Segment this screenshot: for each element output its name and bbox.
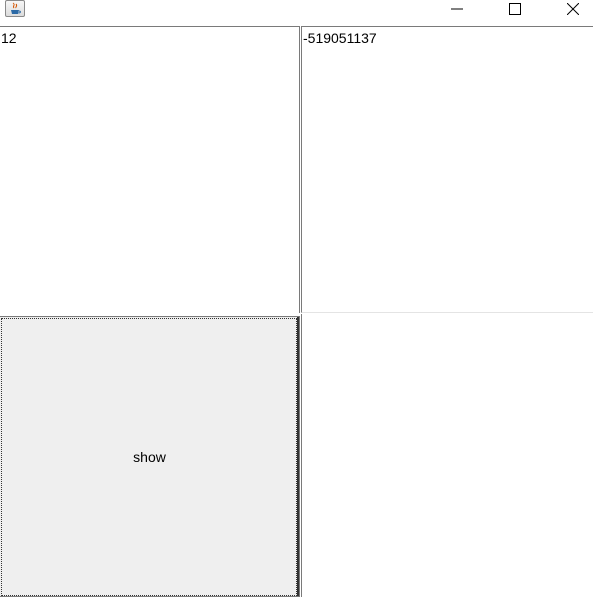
right-text-area[interactable]: -519051137	[301, 26, 593, 313]
minimize-icon	[451, 8, 463, 10]
maximize-icon	[509, 3, 521, 15]
java-icon[interactable]	[5, 0, 25, 17]
minimize-button[interactable]	[434, 0, 480, 18]
maximize-button[interactable]	[492, 0, 538, 18]
close-button[interactable]	[550, 0, 593, 18]
show-button-label: show	[133, 448, 166, 465]
app-window: 12 -519051137 show	[0, 0, 593, 597]
show-button[interactable]: show	[0, 316, 300, 597]
empty-panel	[301, 314, 593, 597]
left-text-area[interactable]: 12	[0, 26, 300, 313]
close-icon	[567, 3, 579, 15]
content-grid: 12 -519051137 show	[0, 26, 593, 597]
title-bar	[0, 0, 593, 26]
button-divider	[297, 317, 299, 596]
